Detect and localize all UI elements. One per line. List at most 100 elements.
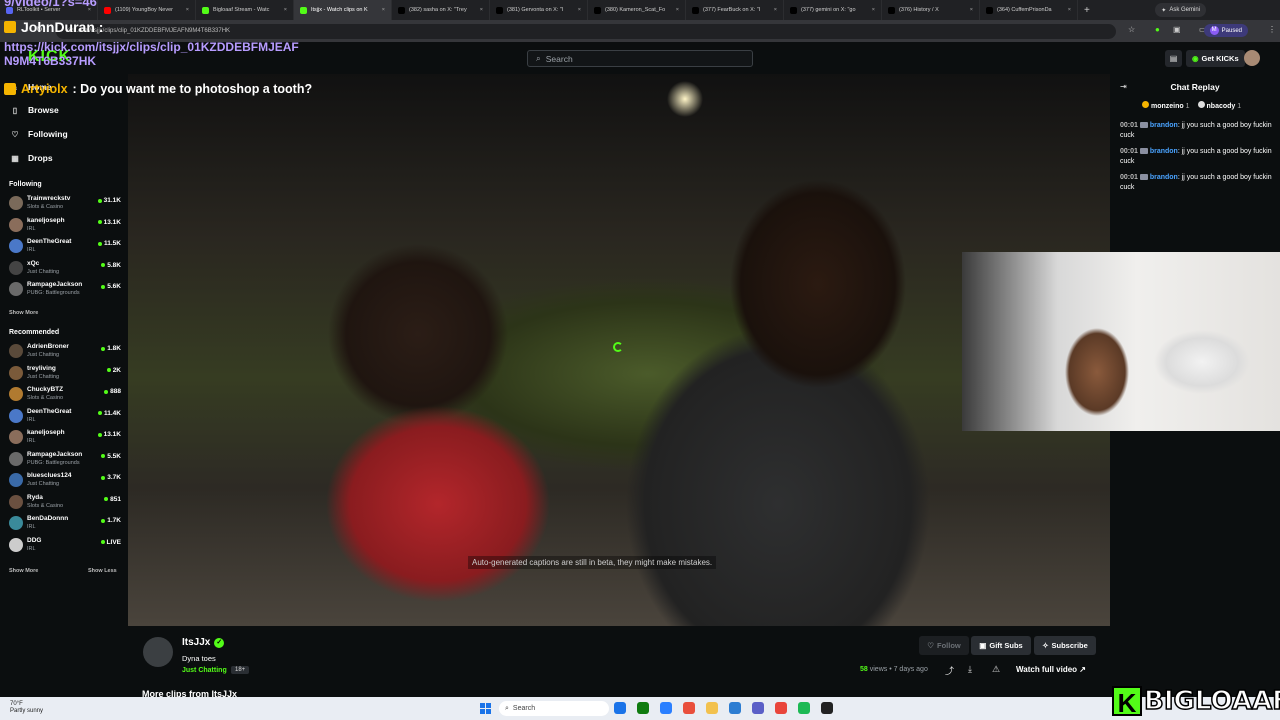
channel-item[interactable]: Trainwreckstv Slots & Casino 31.1K: [9, 194, 121, 214]
url-input[interactable]: kick.com/itsjjx/clips/clip_01KZDDEBFMJEA…: [56, 24, 1116, 39]
category-link[interactable]: Just Chatting: [182, 667, 227, 674]
channel-item[interactable]: DDG IRL LIVE: [9, 536, 121, 556]
profile-avatar: M: [1209, 26, 1219, 35]
gifter-item[interactable]: monzeino 1: [1142, 101, 1190, 110]
channel-item[interactable]: DeenTheGreat IRL 11.4K: [9, 407, 121, 427]
sidebar-item-browse[interactable]: ▯ Browse: [10, 105, 59, 115]
channel-item[interactable]: DeenTheGreat IRL 11.5K: [9, 237, 121, 257]
watch-full-video-link[interactable]: Watch full video ↗: [1016, 665, 1086, 674]
taskbar-app-icon[interactable]: [752, 702, 764, 714]
browser-tab[interactable]: (364) CuffemPrisonDa ×: [980, 0, 1078, 20]
close-tab-icon[interactable]: ×: [284, 7, 287, 13]
taskbar-app-icon[interactable]: [821, 702, 833, 714]
follow-button[interactable]: ♡ Follow: [919, 636, 969, 655]
sidebar-item-drops[interactable]: ▦ Drops: [10, 153, 52, 163]
viewer-count: 888: [104, 388, 121, 395]
chat-username[interactable]: brandon: [1150, 148, 1178, 155]
badge-icon: [1139, 122, 1148, 129]
channel-item[interactable]: BenDaDonnn IRL 1.7K: [9, 514, 121, 534]
get-kicks-button[interactable]: ◉ Get KICKs: [1186, 50, 1245, 67]
show-more-following-button[interactable]: Show More: [9, 310, 38, 316]
taskbar-app-icon[interactable]: [706, 702, 718, 714]
ask-gemini-button[interactable]: ✦ Ask Gemini: [1155, 3, 1206, 17]
browser-tab[interactable]: (382) sasha on X: "Trey ×: [392, 0, 490, 20]
live-dot-icon: [101, 518, 106, 523]
subscribe-button[interactable]: ✧ Subscribe: [1034, 636, 1096, 655]
weather-widget[interactable]: 70°F Partly sunny: [10, 701, 43, 715]
show-more-recommended-button[interactable]: Show More: [9, 568, 38, 574]
browser-tab[interactable]: Bigloaaf Stream - Watc ×: [196, 0, 294, 20]
taskbar-app-icon[interactable]: [660, 702, 672, 714]
taskbar-app-icon[interactable]: [798, 702, 810, 714]
channel-name: Ryda: [27, 493, 43, 501]
browser-menu-icon[interactable]: ⋮: [1268, 25, 1276, 34]
close-tab-icon[interactable]: ×: [676, 7, 679, 13]
subscribe-label: Subscribe: [1051, 641, 1088, 650]
close-tab-icon[interactable]: ×: [774, 7, 777, 13]
windows-start-icon[interactable]: [480, 703, 491, 714]
browser-tab[interactable]: (1109) YoungBoy Never ×: [98, 0, 196, 20]
close-tab-icon[interactable]: ×: [1068, 7, 1071, 13]
search-input[interactable]: ⌕ Search: [527, 50, 753, 67]
channel-item[interactable]: RampageJackson PUBG: Battlegrounds 5.5K: [9, 450, 121, 470]
close-tab-icon[interactable]: ×: [578, 7, 581, 13]
gift-subs-button[interactable]: ▣ Gift Subs: [971, 636, 1031, 655]
channel-item[interactable]: RampageJackson PUBG: Battlegrounds 5.6K: [9, 280, 121, 300]
close-tab-icon[interactable]: ×: [186, 7, 189, 13]
channel-item[interactable]: ChuckyBTZ Slots & Casino 888: [9, 385, 121, 405]
channel-item[interactable]: bluesclues124 Just Chatting 3.7K: [9, 471, 121, 491]
gift-icon: ▣: [979, 641, 987, 650]
chat-username[interactable]: brandon: [1150, 174, 1178, 181]
extension-icon[interactable]: ●: [1155, 25, 1160, 34]
taskbar-app-icon[interactable]: [683, 702, 695, 714]
viewer-count: 3.7K: [101, 474, 121, 481]
tab-label: (380) Kameron_Scat_Fo: [605, 7, 666, 13]
channel-category: PUBG: Battlegrounds: [27, 290, 80, 296]
new-tab-icon[interactable]: +: [1084, 5, 1090, 16]
channel-item[interactable]: treyliving Just Chatting 2K: [9, 364, 121, 384]
browser-tab[interactable]: (381) Gervonta on X: "I ×: [490, 0, 588, 20]
share-icon[interactable]: ⤴: [945, 664, 954, 677]
channel-avatar: [9, 217, 23, 232]
channel-item[interactable]: kaneljoseph IRL 13.1K: [9, 428, 121, 448]
profile-paused-button[interactable]: M Paused: [1203, 24, 1248, 37]
watermark-k: K: [1112, 686, 1142, 718]
streamer-name[interactable]: ItsJJx ✓: [182, 637, 225, 648]
tab-favicon-icon: [986, 6, 993, 14]
channel-item[interactable]: kaneljoseph IRL 13.1K: [9, 216, 121, 236]
user-avatar[interactable]: [1244, 50, 1260, 66]
tab-label: (377) gemini on X: "go: [801, 7, 856, 13]
browser-tab[interactable]: (380) Kameron_Scat_Fo ×: [588, 0, 686, 20]
browser-tab[interactable]: (376) History / X ×: [882, 0, 980, 20]
chat-message: 00:01 brandon: jj you such a good boy fu…: [1120, 121, 1272, 141]
channel-item[interactable]: xQc Just Chatting 5.8K: [9, 259, 121, 279]
close-tab-icon[interactable]: ×: [872, 7, 875, 13]
sidebar-item-following[interactable]: ♡ Following: [10, 129, 67, 139]
bookmark-star-icon[interactable]: ☆: [1128, 25, 1135, 34]
channel-item[interactable]: AdrienBroner Just Chatting 1.8K: [9, 342, 121, 362]
chat-username[interactable]: brandon: [1150, 122, 1178, 129]
channel-item[interactable]: Ryda Slots & Casino 851: [9, 493, 121, 513]
taskbar-search-input[interactable]: ⌕ Search: [499, 701, 609, 716]
extensions-puzzle-icon[interactable]: ▣: [1173, 25, 1181, 34]
taskbar-app-icon[interactable]: [729, 702, 741, 714]
taskbar-app-icon[interactable]: [614, 702, 626, 714]
close-tab-icon[interactable]: ×: [970, 7, 973, 13]
close-tab-icon[interactable]: ×: [382, 7, 385, 13]
channel-avatar: [9, 430, 23, 444]
gifter-item[interactable]: nbacody 1: [1197, 101, 1241, 110]
live-dot-icon: [101, 346, 106, 351]
browser-tab[interactable]: (377) gemini on X: "go ×: [784, 0, 882, 20]
channel-avatar: [9, 387, 23, 401]
streamer-avatar[interactable]: [143, 637, 173, 667]
browser-tab[interactable]: Itsjjx - Watch clips on K ×: [294, 0, 392, 20]
warning-icon[interactable]: ⚠: [992, 664, 1000, 675]
taskbar-app-icon[interactable]: [775, 702, 787, 714]
taskbar-app-icon[interactable]: [637, 702, 649, 714]
browser-tab[interactable]: (377) FearBuck on X: "I ×: [686, 0, 784, 20]
download-icon[interactable]: ⤓: [968, 664, 972, 675]
drops-icon: ▦: [11, 153, 19, 163]
show-less-button[interactable]: Show Less: [88, 568, 117, 574]
close-tab-icon[interactable]: ×: [480, 7, 483, 13]
theater-mode-icon[interactable]: ▤: [1165, 50, 1182, 67]
